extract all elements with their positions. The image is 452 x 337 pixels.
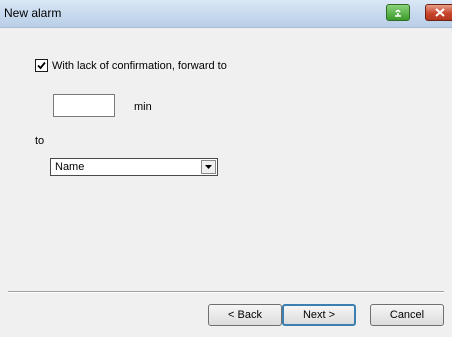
help-button[interactable] — [386, 4, 410, 21]
window-title: New alarm — [4, 6, 62, 20]
forward-checkbox-label[interactable]: With lack of confirmation, forward to — [52, 60, 227, 72]
dropdown-button[interactable] — [201, 160, 216, 174]
help-icon — [395, 9, 401, 17]
checkmark-icon — [37, 61, 46, 70]
cancel-button[interactable]: Cancel — [370, 304, 444, 326]
close-button[interactable] — [425, 4, 452, 21]
separator — [8, 291, 444, 293]
title-bar[interactable]: New alarm — [0, 0, 452, 28]
minutes-unit-label: min — [134, 101, 152, 113]
next-button[interactable]: Next > — [282, 304, 356, 326]
chevron-down-icon — [205, 165, 212, 169]
recipient-select[interactable]: Name — [50, 158, 218, 176]
forward-checkbox[interactable] — [35, 59, 48, 72]
back-button[interactable]: < Back — [208, 304, 282, 326]
to-label: to — [35, 135, 45, 147]
minutes-input[interactable] — [53, 94, 115, 117]
recipient-select-value: Name — [55, 161, 85, 173]
close-icon — [435, 8, 445, 17]
